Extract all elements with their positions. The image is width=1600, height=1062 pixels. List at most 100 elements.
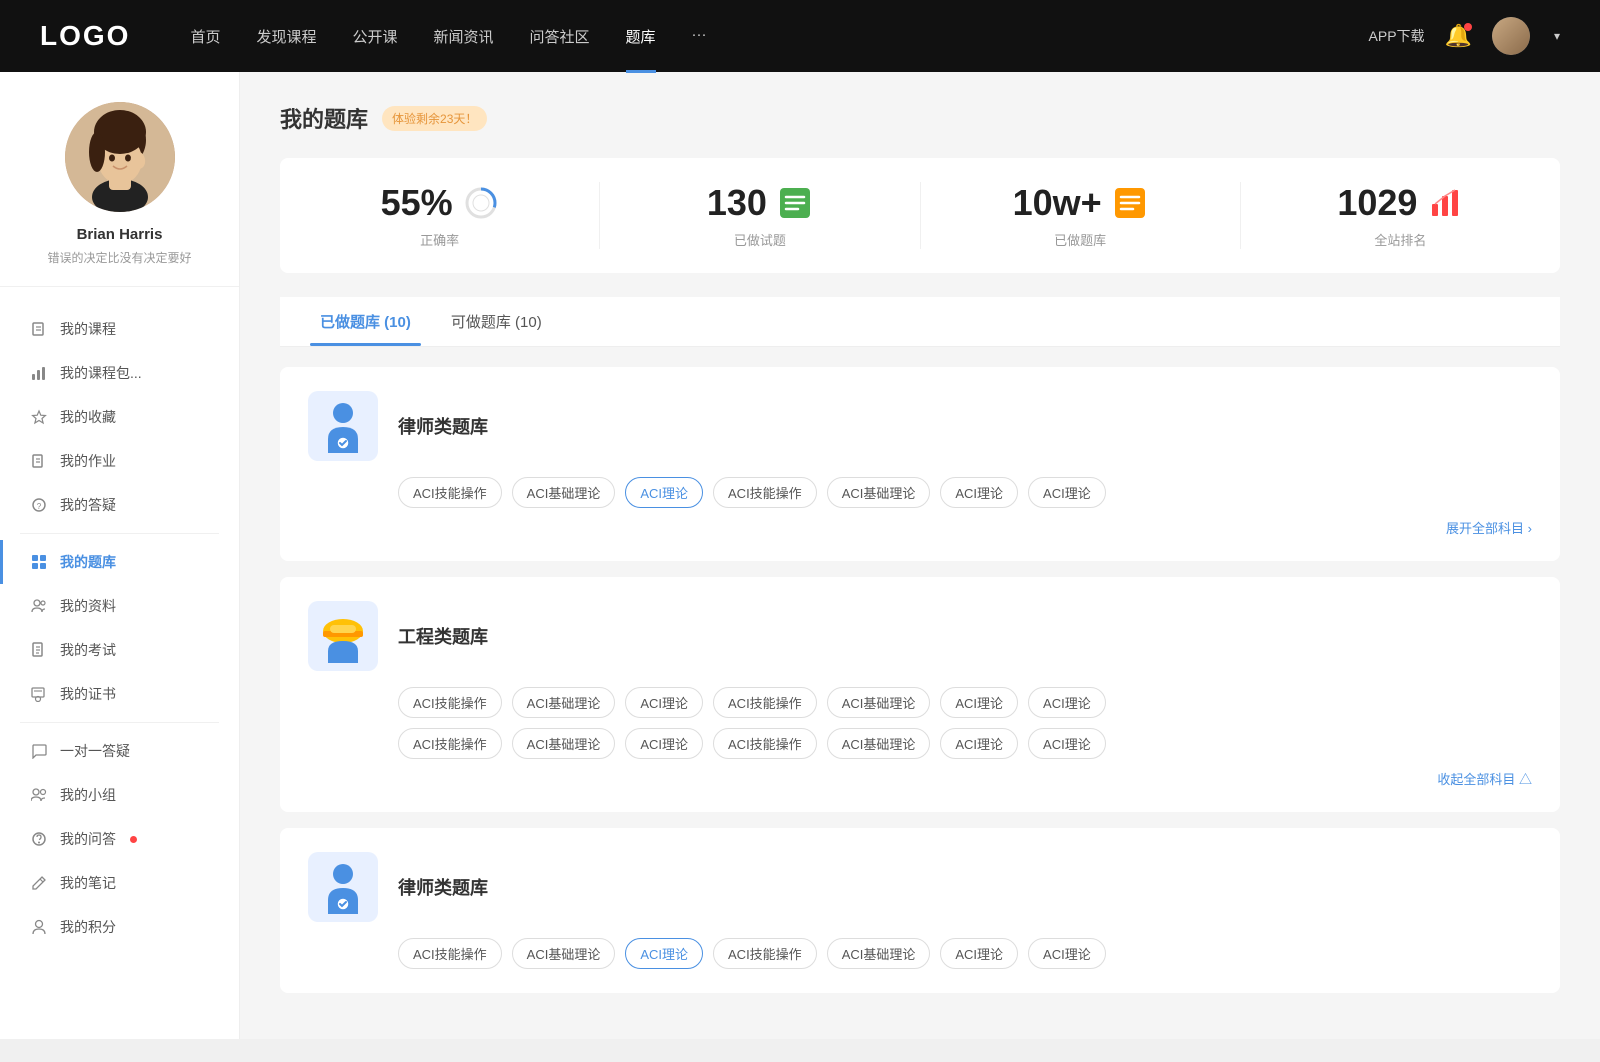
nav-link-home[interactable]: 首页 [190, 26, 220, 47]
nav-link-questions[interactable]: 题库 [626, 26, 656, 47]
profile-dropdown-caret[interactable]: ▾ [1554, 29, 1560, 43]
tag-2a-3[interactable]: ACI理论 [625, 687, 703, 718]
tag-3-3[interactable]: ACI理论 [625, 938, 703, 969]
tag-3-1[interactable]: ACI技能操作 [398, 938, 502, 969]
file-icon [30, 641, 48, 659]
tag-2a-7[interactable]: ACI理论 [1028, 687, 1106, 718]
sidebar-item-my-answers[interactable]: 我的问答 [0, 817, 239, 861]
collapse-link-2[interactable]: 收起全部科目 △ [308, 769, 1532, 788]
nav-link-more[interactable]: ··· [692, 26, 707, 47]
tab-done-banks[interactable]: 已做题库 (10) [300, 297, 431, 346]
stat-value-questions: 130 [707, 182, 767, 224]
svg-text:?: ? [37, 502, 42, 511]
sidebar-item-my-points[interactable]: 我的积分 [0, 905, 239, 949]
qmark-icon [30, 830, 48, 848]
tag-1-3[interactable]: ACI理论 [625, 477, 703, 508]
sidebar-item-my-qa[interactable]: ? 我的答疑 [0, 483, 239, 527]
tag-2b-5[interactable]: ACI基础理论 [827, 728, 931, 759]
tag-2a-4[interactable]: ACI技能操作 [713, 687, 817, 718]
tag-2b-3[interactable]: ACI理论 [625, 728, 703, 759]
tag-2a-5[interactable]: ACI基础理论 [827, 687, 931, 718]
main-content: 我的题库 体验剩余23天！ 55% 正确率 [240, 72, 1600, 1039]
sidebar-item-my-notes[interactable]: 我的笔记 [0, 861, 239, 905]
sidebar-label-my-points: 我的积分 [60, 917, 116, 937]
stat-correct-rate: 55% 正确率 [280, 182, 600, 249]
sidebar-label-my-questions: 我的题库 [60, 552, 116, 572]
tab-todo-banks[interactable]: 可做题库 (10) [431, 297, 562, 346]
question-circle-icon: ? [30, 496, 48, 514]
group-icon [30, 597, 48, 615]
qbank-card-lawyer-2: 律师类题库 ACI技能操作 ACI基础理论 ACI理论 ACI技能操作 ACI基… [280, 828, 1560, 993]
tags-row-2b: ACI技能操作 ACI基础理论 ACI理论 ACI技能操作 ACI基础理论 AC… [398, 728, 1532, 759]
engineer-icon [308, 601, 378, 671]
nav-link-news[interactable]: 新闻资讯 [434, 26, 494, 47]
nav-right: APP下载 🔔 ▾ [1369, 17, 1560, 55]
tag-1-1[interactable]: ACI技能操作 [398, 477, 502, 508]
tag-1-6[interactable]: ACI理论 [940, 477, 1018, 508]
app-download-button[interactable]: APP下载 [1369, 26, 1425, 46]
sidebar-label-my-answers: 我的问答 [60, 829, 116, 849]
tag-2a-1[interactable]: ACI技能操作 [398, 687, 502, 718]
tag-3-4[interactable]: ACI技能操作 [713, 938, 817, 969]
tag-2b-4[interactable]: ACI技能操作 [713, 728, 817, 759]
sidebar-item-my-data[interactable]: 我的资料 [0, 584, 239, 628]
notification-bell[interactable]: 🔔 [1445, 23, 1472, 49]
sidebar-item-my-questions[interactable]: 我的题库 [0, 540, 239, 584]
stat-value-rank: 1029 [1337, 182, 1417, 224]
stat-value-banks: 10w+ [1013, 182, 1102, 224]
nav-link-discover[interactable]: 发现课程 [256, 26, 316, 47]
sidebar-item-my-courses[interactable]: 我的课程 [0, 307, 239, 351]
nav-link-qa[interactable]: 问答社区 [530, 26, 590, 47]
stats-row: 55% 正确率 130 [280, 158, 1560, 273]
tag-1-2[interactable]: ACI基础理论 [512, 477, 616, 508]
list-orange-icon [1112, 185, 1148, 221]
sidebar-item-my-group[interactable]: 我的小组 [0, 773, 239, 817]
tag-1-7[interactable]: ACI理论 [1028, 477, 1106, 508]
stat-site-rank: 1029 全站排名 [1241, 182, 1560, 249]
tags-row-1: ACI技能操作 ACI基础理论 ACI理论 ACI技能操作 ACI基础理论 AC… [398, 477, 1532, 508]
edit-icon [30, 452, 48, 470]
avatar[interactable] [1492, 17, 1530, 55]
tag-2b-2[interactable]: ACI基础理论 [512, 728, 616, 759]
stat-label-questions: 已做试题 [734, 230, 786, 249]
qbank-header-1: 律师类题库 [308, 391, 1532, 461]
sidebar-item-my-cert[interactable]: 我的证书 [0, 672, 239, 716]
sidebar-item-my-exam[interactable]: 我的考试 [0, 628, 239, 672]
tag-2b-1[interactable]: ACI技能操作 [398, 728, 502, 759]
navbar: LOGO 首页 发现课程 公开课 新闻资讯 问答社区 题库 ··· APP下载 … [0, 0, 1600, 72]
stat-questions-done: 130 已做试题 [600, 182, 920, 249]
sidebar-item-my-homework[interactable]: 我的作业 [0, 439, 239, 483]
cert-icon [30, 685, 48, 703]
divider-2 [20, 722, 219, 723]
stat-label-rank: 全站排名 [1374, 230, 1426, 249]
expand-link-1[interactable]: 展开全部科目 › [308, 518, 1532, 537]
tag-2a-6[interactable]: ACI理论 [940, 687, 1018, 718]
tag-2b-7[interactable]: ACI理论 [1028, 728, 1106, 759]
tag-1-4[interactable]: ACI技能操作 [713, 477, 817, 508]
sidebar-label-my-group: 我的小组 [60, 785, 116, 805]
sidebar-item-one-on-one[interactable]: 一对一答疑 [0, 729, 239, 773]
tag-3-2[interactable]: ACI基础理论 [512, 938, 616, 969]
qbank-header-2: 工程类题库 [308, 601, 1532, 671]
sidebar-item-my-favorites[interactable]: 我的收藏 [0, 395, 239, 439]
tag-1-5[interactable]: ACI基础理论 [827, 477, 931, 508]
chat-icon [30, 742, 48, 760]
tag-2a-2[interactable]: ACI基础理论 [512, 687, 616, 718]
qbank-header-3: 律师类题库 [308, 852, 1532, 922]
tag-2b-6[interactable]: ACI理论 [940, 728, 1018, 759]
tag-3-6[interactable]: ACI理论 [940, 938, 1018, 969]
tag-3-7[interactable]: ACI理论 [1028, 938, 1106, 969]
sidebar-item-my-packages[interactable]: 我的课程包... [0, 351, 239, 395]
profile-avatar[interactable] [65, 102, 175, 212]
tag-3-5[interactable]: ACI基础理论 [827, 938, 931, 969]
page-header: 我的题库 体验剩余23天！ [280, 102, 1560, 134]
nav-link-open[interactable]: 公开课 [352, 26, 397, 47]
avatar-image [1492, 17, 1530, 55]
sidebar-label-my-packages: 我的课程包... [60, 363, 142, 383]
person-icon [30, 918, 48, 936]
bar-icon [30, 364, 48, 382]
pen-icon [30, 874, 48, 892]
answers-dot-badge [130, 836, 137, 843]
lawyer-icon-2 [308, 852, 378, 922]
users-icon [30, 786, 48, 804]
